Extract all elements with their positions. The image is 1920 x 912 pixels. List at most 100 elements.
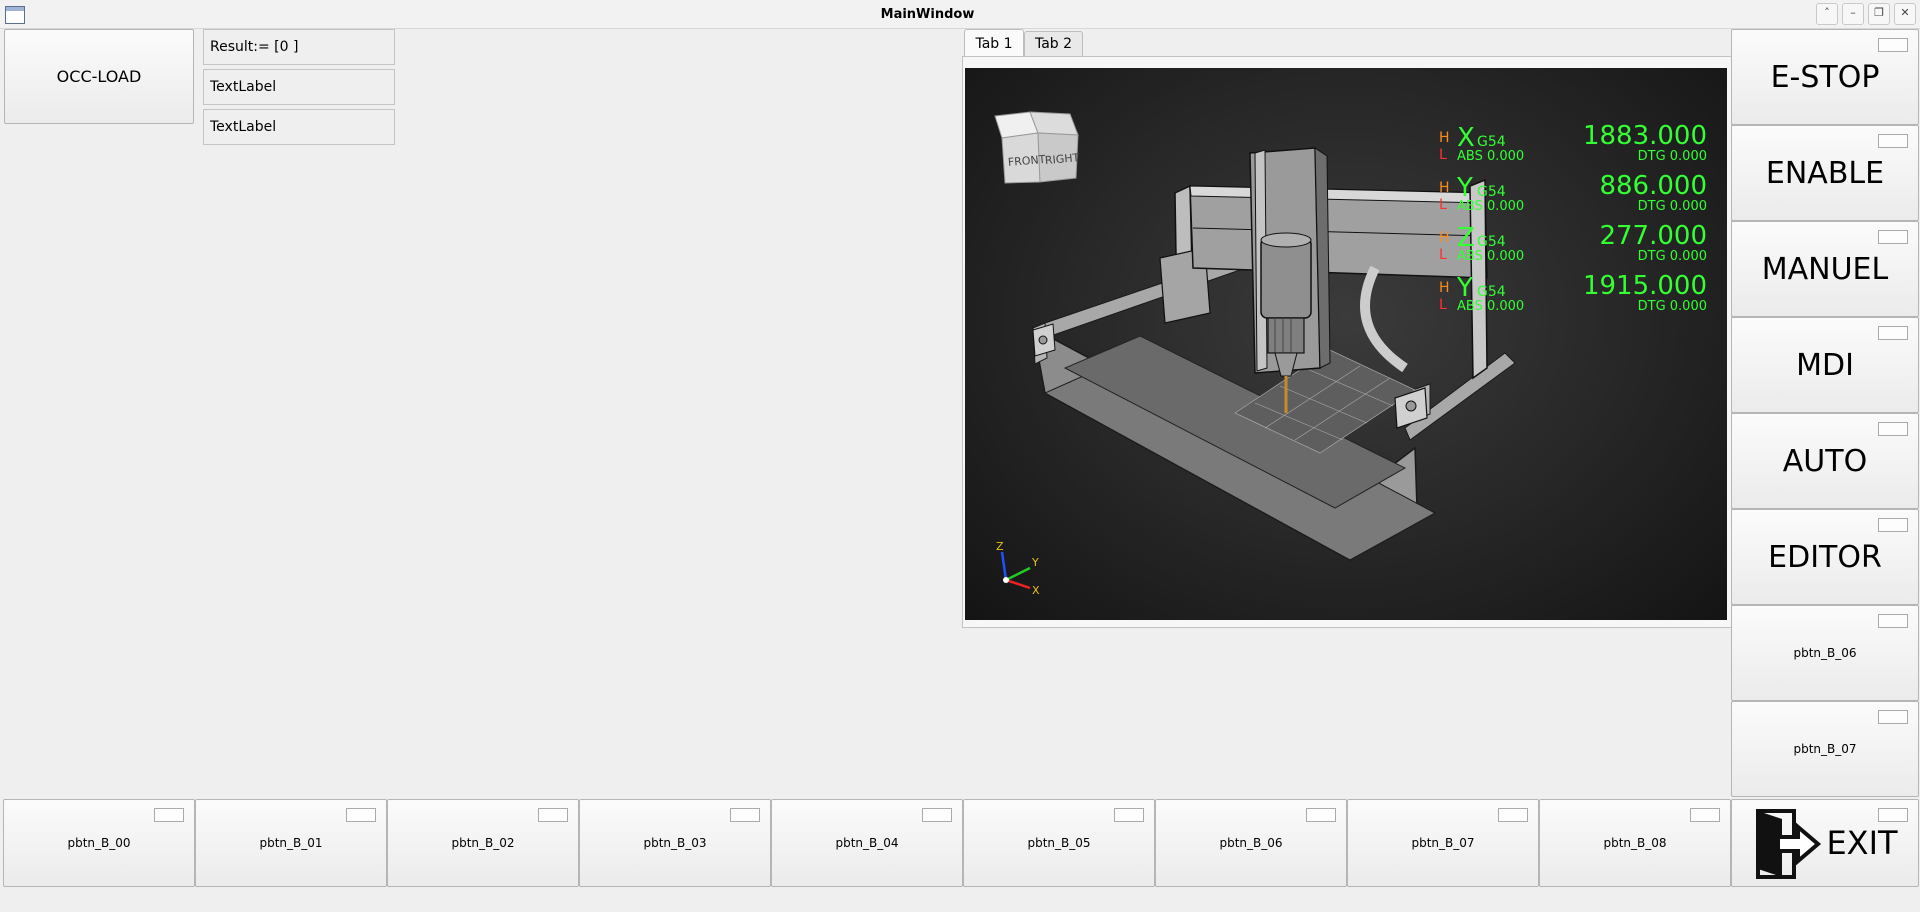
dro-display: HLX G54 1883.000ABS 0.000 DTG 0.000HLY G54 88… <box>1439 121 1707 314</box>
dro-l-flag: L <box>1439 247 1447 263</box>
occ-load-label: OCC-LOAD <box>56 67 142 86</box>
enable-button[interactable]: ENABLE <box>1731 125 1919 221</box>
text-label-2-text: TextLabel <box>210 119 277 135</box>
axis-triad: Z Y X <box>996 540 1040 597</box>
pbtn-b-06-right-button[interactable]: pbtn_B_06 <box>1731 605 1919 701</box>
status-indicator <box>1878 518 1908 532</box>
tab-1[interactable]: Tab 1 <box>964 29 1024 57</box>
status-indicator <box>1878 614 1908 628</box>
tab-1-label: Tab 1 <box>975 35 1013 52</box>
minimize-icon[interactable]: – <box>1842 3 1864 25</box>
dro-abs-value: ABS 0.000 <box>1457 249 1524 264</box>
manuel-label: MANUEL <box>1761 251 1889 287</box>
dro-h-flag: H <box>1439 130 1450 146</box>
status-indicator <box>730 808 760 822</box>
dro-axis-value: 1915.000 <box>1583 271 1707 301</box>
pbtn-b-08-label: pbtn_B_08 <box>1603 836 1667 850</box>
status-indicator <box>538 808 568 822</box>
maximize-icon[interactable]: ❐ <box>1868 3 1890 25</box>
dro-dtg-value: DTG 0.000 <box>1638 249 1707 264</box>
dro-dtg-value: DTG 0.000 <box>1638 299 1707 314</box>
pbtn-b-04-button[interactable]: pbtn_B_04 <box>771 799 963 887</box>
auto-button[interactable]: AUTO <box>1731 413 1919 509</box>
axis-z-label: Z <box>996 540 1004 553</box>
pbtn-b-08-button[interactable]: pbtn_B_08 <box>1539 799 1731 887</box>
pbtn-b-07-right-button[interactable]: pbtn_B_07 <box>1731 701 1919 797</box>
pbtn-b-03-button[interactable]: pbtn_B_03 <box>579 799 771 887</box>
status-indicator <box>1878 230 1908 244</box>
status-indicator <box>1306 808 1336 822</box>
exit-door-icon <box>1756 809 1822 879</box>
status-indicator <box>1114 808 1144 822</box>
editor-button[interactable]: EDITOR <box>1731 509 1919 605</box>
pbtn-b-02-button[interactable]: pbtn_B_02 <box>387 799 579 887</box>
dro-coord-system: G54 <box>1477 284 1506 300</box>
occ-load-button[interactable]: OCC-LOAD <box>4 29 194 124</box>
text-label-2: TextLabel <box>203 109 395 145</box>
pbtn-b-01-button[interactable]: pbtn_B_01 <box>195 799 387 887</box>
pbtn-b-03-label: pbtn_B_03 <box>643 836 707 850</box>
status-indicator <box>1498 808 1528 822</box>
view-cube[interactable]: FRONT RIGHT <box>990 108 1100 193</box>
cnc-3d-viewport[interactable]: FRONT RIGHT Z Y X H L X G54 1883.000 ABS 0.00… <box>965 68 1727 620</box>
pbtn-b-01-label: pbtn_B_01 <box>259 836 323 850</box>
pbtn-b-07-right-label: pbtn_B_07 <box>1793 742 1857 756</box>
status-indicator <box>346 808 376 822</box>
status-indicator <box>1878 422 1908 436</box>
pbtn-b-07-label: pbtn_B_07 <box>1411 836 1475 850</box>
dro-abs-value: ABS 0.000 <box>1457 199 1524 214</box>
pbtn-b-00-label: pbtn_B_00 <box>67 836 131 850</box>
pbtn-b-00-button[interactable]: pbtn_B_00 <box>3 799 195 887</box>
dro-dtg-value: DTG 0.000 <box>1638 199 1707 214</box>
status-indicator <box>922 808 952 822</box>
dro-dtg-value: DTG 0.000 <box>1638 149 1707 164</box>
editor-label: EDITOR <box>1768 539 1882 575</box>
mdi-label: MDI <box>1796 347 1854 383</box>
pbtn-b-05-button[interactable]: pbtn_B_05 <box>963 799 1155 887</box>
text-label-1: TextLabel <box>203 69 395 105</box>
exit-button[interactable]: EXIT <box>1731 799 1919 887</box>
result-label-text: Result:= [0 ] <box>210 39 299 55</box>
dro-coord-system: G54 <box>1477 234 1506 250</box>
status-indicator <box>1878 808 1908 822</box>
axis-y-label: Y <box>1031 556 1039 569</box>
dro-coord-system: G54 <box>1477 134 1506 150</box>
manuel-button[interactable]: MANUEL <box>1731 221 1919 317</box>
close-icon[interactable]: ✕ <box>1894 3 1916 25</box>
dro-l-flag: L <box>1439 297 1447 313</box>
pbtn-b-02-label: pbtn_B_02 <box>451 836 515 850</box>
pbtn-b-04-label: pbtn_B_04 <box>835 836 899 850</box>
pbtn-b-05-label: pbtn_B_05 <box>1027 836 1091 850</box>
pbtn-b-06-button[interactable]: pbtn_B_06 <box>1155 799 1347 887</box>
dro-h-flag: H <box>1439 230 1450 246</box>
auto-label: AUTO <box>1782 443 1868 479</box>
dro-axis-value: 277.000 <box>1599 221 1707 251</box>
tab-2[interactable]: Tab 2 <box>1024 31 1083 56</box>
status-indicator <box>1878 134 1908 148</box>
shade-up-icon[interactable]: ˄ <box>1816 3 1838 25</box>
exit-label: EXIT <box>1826 824 1898 862</box>
e-stop-button[interactable]: E-STOP <box>1731 29 1919 125</box>
e-stop-label: E-STOP <box>1770 59 1880 95</box>
dro-h-flag: H <box>1439 180 1450 196</box>
dro-abs-value: ABS 0.000 <box>1457 149 1524 164</box>
window-controls: ˄ – ❐ ✕ <box>1816 3 1920 25</box>
pbtn-b-07-button[interactable]: pbtn_B_07 <box>1347 799 1539 887</box>
result-label: Result:= [0 ] <box>203 29 395 65</box>
text-label-1-text: TextLabel <box>210 79 277 95</box>
axis-x-label: X <box>1032 584 1040 597</box>
mdi-button[interactable]: MDI <box>1731 317 1919 413</box>
dro-axis-value: 886.000 <box>1599 171 1707 201</box>
dro-abs-value: ABS 0.000 <box>1457 299 1524 314</box>
window-title: MainWindow <box>880 7 975 22</box>
title-bar: MainWindow ˄ – ❐ ✕ <box>0 0 1920 29</box>
pbtn-b-06-right-label: pbtn_B_06 <box>1793 646 1857 660</box>
status-indicator <box>1690 808 1720 822</box>
enable-label: ENABLE <box>1765 155 1885 191</box>
tab-2-label: Tab 2 <box>1034 36 1073 52</box>
status-indicator <box>1878 38 1908 52</box>
dro-l-flag: L <box>1439 147 1447 163</box>
dro-axis-value: 1883.000 <box>1583 121 1707 151</box>
status-indicator <box>1878 710 1908 724</box>
pbtn-b-06-label: pbtn_B_06 <box>1219 836 1283 850</box>
